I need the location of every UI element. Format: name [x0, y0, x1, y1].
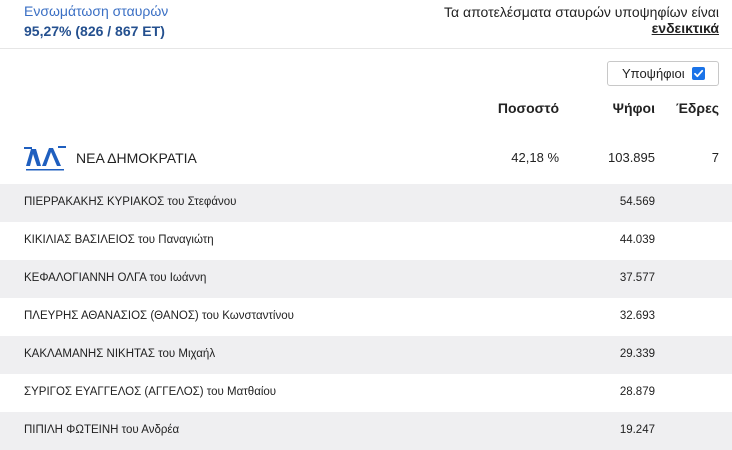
column-header-votes: Ψήφοι: [612, 100, 655, 116]
integration-label: Ενσωμάτωση σταυρών: [24, 3, 169, 19]
candidate-name: ΚΙΚΙΛΙΑΣ ΒΑΣΙΛΕΙΟΣ του Παναγιώτη: [24, 234, 214, 246]
candidate-name: ΠΛΕΥΡΗΣ ΑΘΑΝΑΣΙΟΣ (ΘΑΝΟΣ) του Κωνσταντίν…: [24, 310, 294, 322]
party-percent: 42,18 %: [511, 150, 559, 165]
notice-emphasis: ενδεικτικά: [651, 20, 719, 36]
candidate-votes: 28.879: [619, 386, 655, 398]
candidate-name: ΣΥΡΙΓΟΣ ΕΥΑΓΓΕΛΟΣ (ΑΓΓΕΛΟΣ) του Ματθαίου: [24, 386, 277, 398]
candidate-row[interactable]: ΚΕΦΑΛΟΓΙΑΝΝΗ ΟΛΓΑ του Ιωάννη 37.577: [0, 260, 732, 298]
party-row[interactable]: ΝΕΑ ΔΗΜΟΚΡΑΤΙΑ 42,18 % 103.895 7: [0, 140, 732, 180]
checkmark-icon: [694, 69, 704, 78]
candidate-name: ΠΙΕΡΡΑΚΑΚΗΣ ΚΥΡΙΑΚΟΣ του Στεφάνου: [24, 196, 237, 208]
candidates-checkbox[interactable]: [692, 67, 705, 80]
candidate-list: ΠΙΕΡΡΑΚΑΚΗΣ ΚΥΡΙΑΚΟΣ του Στεφάνου 54.569…: [0, 184, 732, 450]
column-header-seats: Έδρες: [675, 100, 719, 116]
party-votes: 103.895: [608, 150, 655, 165]
party-name: ΝΕΑ ΔΗΜΟΚΡΑΤΙΑ: [76, 150, 197, 166]
header-divider: [0, 48, 732, 49]
indicative-notice: Τα αποτελέσματα σταυρών υποψηφίων είναι …: [444, 4, 719, 36]
party-seats: 7: [711, 150, 719, 165]
candidate-row[interactable]: ΣΥΡΙΓΟΣ ΕΥΑΓΓΕΛΟΣ (ΑΓΓΕΛΟΣ) του Ματθαίου…: [0, 374, 732, 412]
candidate-row[interactable]: ΚΙΚΙΛΙΑΣ ΒΑΣΙΛΕΙΟΣ του Παναγιώτη 44.039: [0, 222, 732, 260]
candidates-toggle-label: Υποψήφιοι: [622, 66, 685, 81]
candidate-votes: 29.339: [619, 348, 655, 360]
candidate-votes: 37.577: [619, 272, 655, 284]
integration-info: Ενσωμάτωση σταυρών 95,27% (826 / 867 ΕΤ): [24, 2, 168, 40]
integration-value: 95,27% (826 / 867 ΕΤ): [24, 23, 165, 39]
candidate-votes: 19.247: [619, 424, 655, 436]
candidate-votes: 54.569: [619, 196, 655, 208]
candidate-name: ΚΕΦΑΛΟΓΙΑΝΝΗ ΟΛΓΑ του Ιωάννη: [24, 272, 207, 284]
candidate-votes: 44.039: [619, 234, 655, 246]
candidate-name: ΚΑΚΛΑΜΑΝΗΣ ΝΙΚΗΤΑΣ του Μιχαήλ: [24, 348, 216, 360]
candidate-name: ΠΙΠΙΛΗ ΦΩΤΕΙΝΗ του Ανδρέα: [24, 424, 180, 436]
candidate-row[interactable]: ΠΙΕΡΡΑΚΑΚΗΣ ΚΥΡΙΑΚΟΣ του Στεφάνου 54.569: [0, 184, 732, 222]
candidate-votes: 32.693: [619, 310, 655, 322]
candidates-toggle[interactable]: Υποψήφιοι: [607, 61, 719, 86]
candidate-row[interactable]: ΠΙΠΙΛΗ ΦΩΤΕΙΝΗ του Ανδρέα 19.247: [0, 412, 732, 450]
candidate-row[interactable]: ΠΛΕΥΡΗΣ ΑΘΑΝΑΣΙΟΣ (ΘΑΝΟΣ) του Κωνσταντίν…: [0, 298, 732, 336]
notice-text: Τα αποτελέσματα σταυρών υποψηφίων είναι: [443, 4, 719, 20]
candidate-row[interactable]: ΚΑΚΛΑΜΑΝΗΣ ΝΙΚΗΤΑΣ του Μιχαήλ 29.339: [0, 336, 732, 374]
nd-party-logo-icon: [24, 146, 66, 174]
column-header-percent: Ποσοστό: [497, 100, 559, 116]
